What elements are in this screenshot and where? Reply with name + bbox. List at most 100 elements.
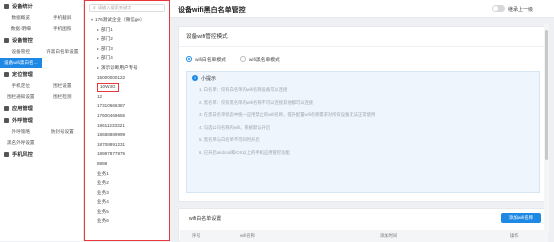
sidebar-section-title: 定位管理 (12, 71, 33, 78)
sidebar-row: 数据概览 手机截屏 (0, 12, 83, 23)
caret-right-icon[interactable]: ▸ (97, 27, 99, 32)
tree-node[interactable]: 17310666387 (85, 101, 169, 111)
tree-node-label: 业务1 (97, 170, 109, 176)
sidebar-section[interactable]: 外呼管理 (0, 114, 83, 126)
tree-node[interactable]: 18611233321 (85, 121, 169, 131)
tree-node[interactable]: ▸ 演示诊断用户专号 (85, 63, 169, 73)
info-icon: i (192, 75, 198, 81)
caret-right-icon[interactable]: ▸ (97, 36, 99, 41)
tips-box: i 小提示 1. 白名单：仅有白名单内wifi名称设备可以连接 2. 黑名单：仅… (186, 71, 540, 193)
sidebar-section[interactable]: 设备管控 (0, 34, 83, 46)
tree-node-label: 业务5 (97, 208, 109, 214)
sidebar-item[interactable]: 设备wifi黑白名... (0, 57, 42, 68)
tree-node[interactable]: 业务3 (85, 188, 169, 198)
page-scrollbar[interactable] (544, 24, 549, 234)
tree-node-label: 部门2 (101, 36, 113, 42)
whitelist-table-header: 序号 wifi名称 添加时间 操作 (180, 230, 548, 242)
caret-right-icon[interactable]: ▸ (97, 65, 99, 70)
column-header: 添加时间 (380, 233, 398, 238)
tree-node-label-selected: 10W3G (97, 83, 119, 92)
tree-node-label: 部门4 (101, 55, 113, 61)
sidebar-item[interactable]: 防封号设置 (42, 129, 84, 135)
inherit-toggle[interactable] (492, 5, 505, 12)
caret-right-icon[interactable]: ▸ (97, 55, 99, 60)
tree-node[interactable]: ▾ 176测试企业（微信ge） (85, 15, 169, 25)
tree-node[interactable]: 18987877875 (85, 149, 169, 159)
tree-node[interactable]: ▸ 部门4 (85, 53, 169, 63)
tree-node[interactable]: 业务2 (85, 178, 169, 188)
section-icon (4, 3, 9, 9)
tree-node[interactable]: ▸ 部门2 (85, 34, 169, 44)
tree-node[interactable]: 业务6 (85, 216, 169, 226)
radio-unchecked-icon (239, 56, 246, 62)
tree-node-label: 8888 (97, 160, 108, 166)
radio-blacklist-label: wifi黑名单模式 (248, 57, 280, 63)
sidebar-item[interactable]: 手机截屏 (42, 15, 84, 21)
tree-node[interactable]: ▸ 部门3 (85, 44, 169, 54)
page-title: 设备wifi黑白名单管控 (178, 7, 246, 14)
tree-search-input[interactable]: ⌕ 请输入搜索关键字 (89, 4, 165, 12)
tree-node[interactable]: 业务1 (85, 169, 169, 179)
sidebar-section[interactable]: 定位管理 (0, 68, 83, 80)
tree-node[interactable]: 15000000122 (85, 73, 169, 83)
tip-line: 2. 黑名单：仅有黑名单内wifi名称不可以连接其他都可以连接 (199, 99, 314, 105)
tree-node-label: 12 (97, 93, 103, 99)
tree-node-label: 176测试企业（微信ge） (95, 17, 145, 22)
sidebar-item[interactable]: 设备管控 (0, 49, 42, 55)
sidebar-section[interactable]: 设备统计 (0, 0, 83, 12)
sidebar-section[interactable]: 应用管理 (0, 102, 83, 114)
sidebar-item[interactable]: 围栏检测 (42, 94, 84, 100)
whitelist-card: wifi白名单设置 添加wifi名称 序号 wifi名称 添加时间 操作 (178, 208, 548, 242)
sidebar-item[interactable]: 黑名外呼设置 (0, 140, 42, 146)
radio-whitelist-mode[interactable]: wifi白名单模式 (186, 56, 226, 63)
sidebar-item[interactable]: 数据-明细 (0, 26, 42, 32)
tree-node-label: 部门3 (101, 45, 113, 51)
radio-blacklist-mode[interactable]: wifi黑名单模式 (239, 56, 280, 63)
tree-node[interactable]: ▸ 部门1 (85, 25, 169, 35)
tree-node-label: 部门1 (101, 26, 113, 32)
sidebar-section[interactable]: 手机风控 (0, 148, 83, 160)
tree-node[interactable]: 10W3G (85, 82, 169, 92)
caret-right-icon[interactable]: ▸ (97, 46, 99, 51)
add-wifi-button[interactable]: 添加wifi名称 (501, 213, 541, 223)
radio-checked-icon (186, 56, 192, 62)
tree-node[interactable]: 18708891231 (85, 140, 169, 150)
tree-node-label: 17600469655 (97, 112, 126, 118)
tip-line: 6. 已开启android和iOS以上的手机应用管控功能 (199, 149, 290, 155)
sidebar-item[interactable]: 手机图照 (42, 26, 84, 32)
sidebar-item[interactable]: 手机定位 (0, 83, 42, 89)
tip-line: 4. 勾选公司名称内wifi，系统默认开启 (199, 124, 271, 130)
sidebar-row: 设备wifi黑白名... (0, 57, 83, 68)
page-header: 设备wifi黑白名单管控 继承上一级 (170, 0, 554, 18)
main-content: 设备wifi黑白名单管控 继承上一级 设备wifi管控模式 wifi白名单模式 … (170, 0, 554, 242)
tree-node[interactable]: 8888 (85, 159, 169, 169)
section-icon (4, 71, 9, 77)
tree-node-label: 业务3 (97, 189, 109, 195)
tree-node[interactable]: 17600469655 (85, 111, 169, 121)
sidebar-item[interactable]: 数据概览 (0, 15, 42, 21)
section-icon (4, 105, 9, 111)
radio-whitelist-label: wifi白名单模式 (195, 57, 226, 63)
sidebar-item[interactable]: 围栏通知设置 (0, 94, 42, 100)
caret-down-icon[interactable]: ▾ (91, 17, 93, 22)
tree-node[interactable]: 业务5 (85, 207, 169, 217)
wifi-mode-title: 设备wifi管控模式 (179, 27, 547, 47)
tree-node[interactable]: 业务4 (85, 197, 169, 207)
column-header: 操作 (510, 233, 519, 238)
sidebar-row: 手机定位 围栏设置 (0, 80, 83, 91)
sidebar-section-title: 外呼管理 (12, 117, 33, 124)
sidebar: 设备统计 数据概览 手机截屏 数据-明细 手机图照 设备管控 设备管控 许黑白名单设置 设备wi… (0, 0, 84, 241)
inherit-toggle-label: 继承上一级 (508, 6, 534, 13)
column-header: wifi名称 (240, 233, 255, 238)
wifi-mode-radios: wifi白名单模式 wifi黑名单模式 (179, 51, 547, 67)
tree-node[interactable]: 18688889999 (85, 130, 169, 140)
tree-node-label: 业务4 (97, 199, 109, 205)
section-icon (4, 37, 9, 43)
tree-node-label: 18688889999 (97, 132, 126, 138)
sidebar-item[interactable]: 外呼策略 (0, 129, 42, 135)
tree-node[interactable]: 12 (85, 92, 169, 102)
tree-node-label: 18987877875 (97, 151, 126, 157)
scrollbar-thumb[interactable] (545, 30, 548, 160)
sidebar-item[interactable]: 围栏设置 (42, 83, 84, 89)
sidebar-item[interactable]: 许黑白名单设置 (42, 49, 84, 55)
